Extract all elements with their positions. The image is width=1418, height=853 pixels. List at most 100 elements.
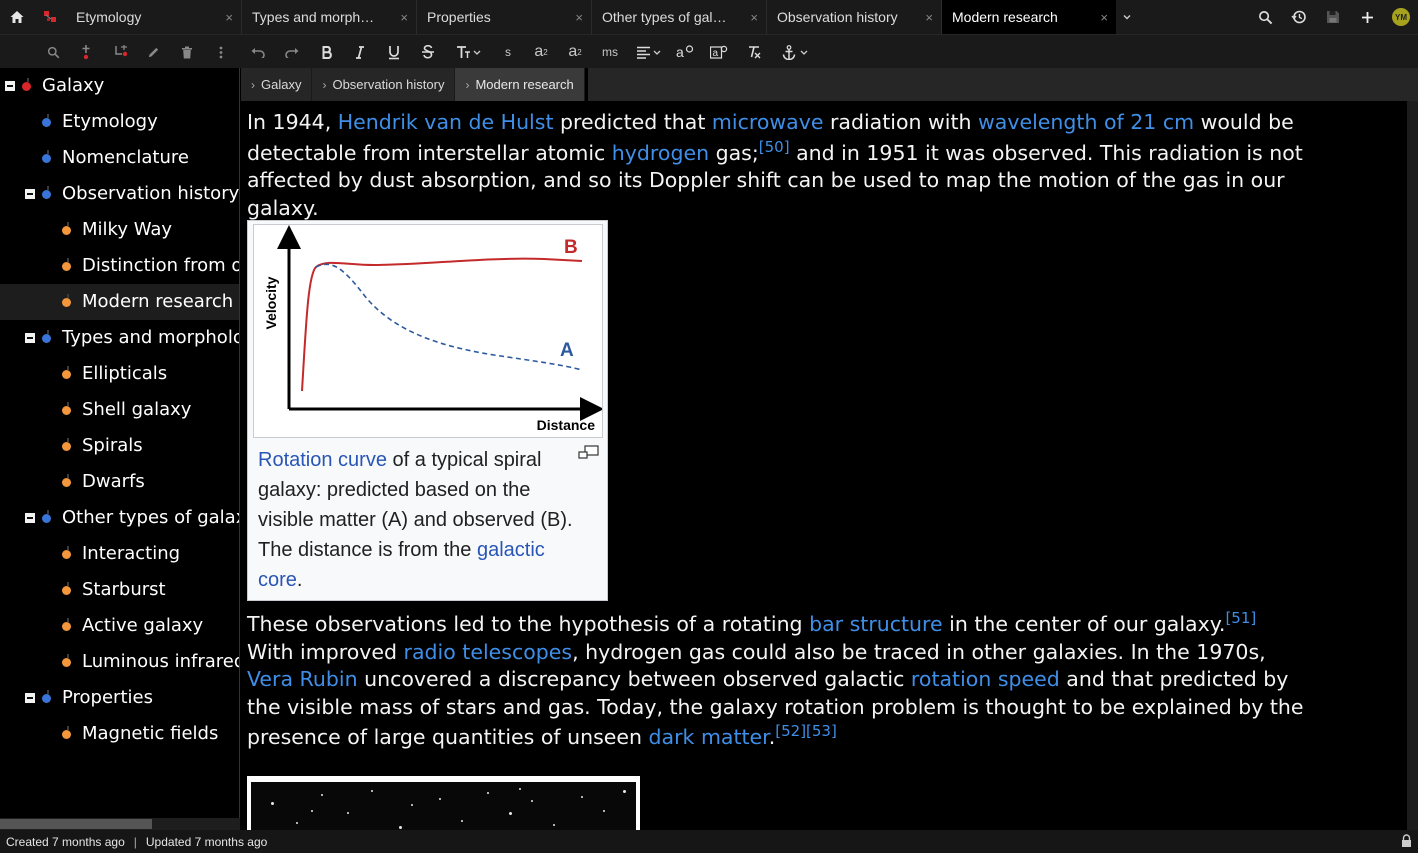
- save-button[interactable]: [1316, 0, 1350, 34]
- edit-button[interactable]: [140, 35, 166, 69]
- link-bar-structure[interactable]: bar structure: [809, 612, 943, 636]
- tab-properties[interactable]: Properties ×: [416, 0, 591, 34]
- bold-icon: [322, 45, 332, 59]
- tree-node-etymology[interactable]: Etymology: [0, 104, 239, 140]
- tab-other-types[interactable]: Other types of gal… ×: [591, 0, 766, 34]
- user-menu-button[interactable]: YM: [1384, 0, 1418, 34]
- tab-etymology[interactable]: Etymology ×: [66, 0, 241, 34]
- tree-node-label: Starburst: [82, 579, 166, 600]
- tree-node-starburst[interactable]: Starburst: [0, 572, 239, 608]
- tree-node-distinction-from-other-nebulae[interactable]: Distinction from other nebulae: [0, 248, 239, 284]
- breadcrumb-modern-research[interactable]: › Modern research: [455, 68, 585, 101]
- small-text-button[interactable]: s: [495, 35, 521, 69]
- collapse-toggle-icon[interactable]: [25, 189, 35, 199]
- breadcrumb-observation-history[interactable]: › Observation history: [312, 68, 456, 101]
- tab-bar: Etymology × Types and morph… × Properties ×…: [0, 0, 1418, 34]
- collapse-toggle-icon[interactable]: [25, 693, 35, 703]
- link-rotation-curve[interactable]: Rotation curve: [258, 449, 387, 471]
- tree-node-modern-research[interactable]: Modern research: [0, 284, 239, 320]
- citation-link[interactable]: [52][53]: [775, 722, 837, 740]
- note-content[interactable]: In 1944, Hendrik van de Hulst predicted …: [241, 101, 1407, 830]
- tree-node-other-types-of-galaxies[interactable]: Other types of galaxies: [0, 500, 239, 536]
- tree-node-ellipticals[interactable]: Ellipticals: [0, 356, 239, 392]
- highlight-button[interactable]: a: [706, 35, 732, 69]
- bold-button[interactable]: [314, 35, 340, 69]
- anchor-dropdown[interactable]: [778, 35, 814, 69]
- subscript-button[interactable]: a2: [562, 35, 588, 69]
- content-vertical-scrollbar[interactable]: [1407, 101, 1418, 830]
- tree-node-milky-way[interactable]: Milky Way: [0, 212, 239, 248]
- tree-node-properties[interactable]: Properties: [0, 680, 239, 716]
- strikethrough-button[interactable]: [415, 35, 441, 69]
- search-button[interactable]: [1248, 0, 1282, 34]
- add-child-button[interactable]: [107, 35, 133, 69]
- tree-node-active-galaxy[interactable]: Active galaxy: [0, 608, 239, 644]
- home-button[interactable]: [0, 0, 34, 34]
- tree-horizontal-scrollbar[interactable]: [0, 818, 240, 830]
- link-microwave[interactable]: microwave: [712, 110, 824, 134]
- delete-button[interactable]: [174, 35, 200, 69]
- tab-close-icon[interactable]: ×: [225, 10, 233, 25]
- collapse-toggle-icon[interactable]: [25, 513, 35, 523]
- tree-node-galaxy[interactable]: Galaxy: [0, 68, 239, 104]
- tab-close-icon[interactable]: ×: [400, 10, 408, 25]
- citation-link[interactable]: [51]: [1225, 609, 1256, 627]
- tab-observation-history[interactable]: Observation history ×: [766, 0, 941, 34]
- new-note-button[interactable]: [1350, 0, 1384, 34]
- collapse-toggle-icon[interactable]: [25, 333, 35, 343]
- tab-close-icon[interactable]: ×: [575, 10, 583, 25]
- galaxy-photo[interactable]: [247, 776, 640, 830]
- tree-node-shell-galaxy[interactable]: Shell galaxy: [0, 392, 239, 428]
- tree-search-button[interactable]: [40, 35, 66, 69]
- text-size-dropdown[interactable]: [450, 35, 488, 69]
- note-icon: [42, 514, 51, 523]
- avatar: YM: [1392, 8, 1410, 26]
- link-hendrik-van-de-hulst[interactable]: Hendrik van de Hulst: [338, 110, 554, 134]
- underline-button[interactable]: [381, 35, 407, 69]
- link-galactic-core[interactable]: galactic: [477, 539, 545, 561]
- clear-formatting-button[interactable]: [741, 35, 767, 69]
- rotation-curve-image[interactable]: Velocity Distance B A: [253, 224, 604, 438]
- tree-node-interacting[interactable]: Interacting: [0, 536, 239, 572]
- redo-button[interactable]: [279, 35, 305, 69]
- link-galactic-core[interactable]: core: [258, 569, 297, 591]
- link-hydrogen[interactable]: hydrogen: [612, 141, 709, 165]
- tab-list-button[interactable]: [1116, 0, 1138, 34]
- link-vera-rubin[interactable]: Vera Rubin: [247, 667, 358, 691]
- note-icon: [62, 730, 71, 739]
- tree-node-nomenclature[interactable]: Nomenclature: [0, 140, 239, 176]
- tree-node-observation-history[interactable]: Observation history: [0, 176, 239, 212]
- more-actions-button[interactable]: [208, 35, 234, 69]
- tree-node-types-and-morphology[interactable]: Types and morphology: [0, 320, 239, 356]
- tree-node-spirals[interactable]: Spirals: [0, 428, 239, 464]
- tree-node-luminous-infrared-galaxy[interactable]: Luminous infrared galaxy: [0, 644, 239, 680]
- italic-button[interactable]: [347, 35, 373, 69]
- tree-node-label: Modern research: [82, 291, 234, 312]
- collapse-toggle-icon[interactable]: [5, 81, 15, 91]
- undo-button[interactable]: [245, 35, 271, 69]
- superscript-button[interactable]: a2: [528, 35, 554, 69]
- alignment-dropdown[interactable]: [632, 35, 666, 69]
- tab-close-icon[interactable]: ×: [750, 10, 758, 25]
- tree-node-magnetic-fields[interactable]: Magnetic fields: [0, 716, 239, 752]
- tab-title: Properties: [427, 9, 491, 25]
- link-radio-telescopes[interactable]: radio telescopes: [404, 640, 573, 664]
- add-sibling-button[interactable]: [73, 35, 99, 69]
- citation-link[interactable]: [50]: [759, 138, 790, 156]
- figure-rotation-curve: Velocity Distance B A Rotation curve of …: [247, 220, 608, 601]
- app-logo[interactable]: [34, 0, 66, 34]
- tab-modern-research[interactable]: Modern research ×: [941, 0, 1116, 34]
- tab-close-icon[interactable]: ×: [925, 10, 933, 25]
- history-button[interactable]: [1282, 0, 1316, 34]
- link-dark-matter[interactable]: dark matter: [649, 725, 769, 749]
- tab-types-and-morphology[interactable]: Types and morph… ×: [241, 0, 416, 34]
- link-rotation-speed[interactable]: rotation speed: [911, 667, 1060, 691]
- tab-close-icon[interactable]: ×: [1100, 10, 1108, 25]
- curve-label-b: B: [564, 237, 578, 258]
- link-wavelength[interactable]: wavelength of 21 cm: [978, 110, 1194, 134]
- breadcrumb-galaxy[interactable]: › Galaxy: [241, 68, 313, 101]
- lock-icon[interactable]: [1401, 834, 1412, 848]
- tree-node-dwarfs[interactable]: Dwarfs: [0, 464, 239, 500]
- monospace-button[interactable]: ms: [597, 35, 623, 69]
- text-color-button[interactable]: a: [672, 35, 698, 69]
